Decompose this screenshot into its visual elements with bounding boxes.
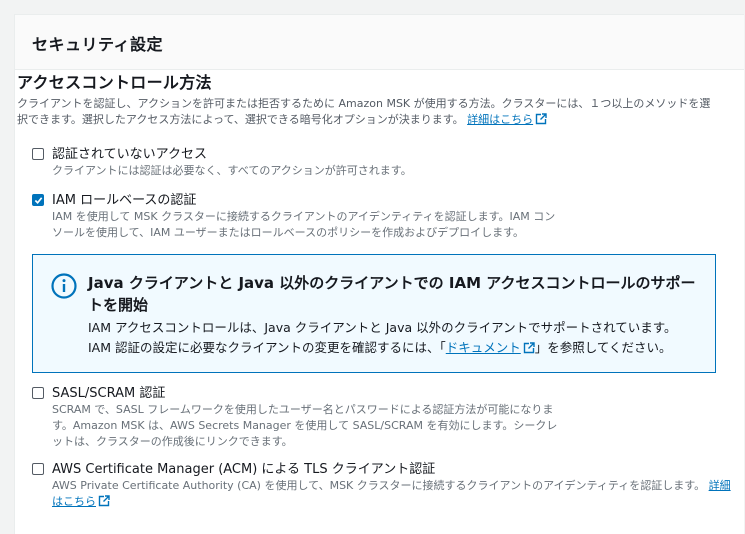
info-icon [51, 273, 77, 299]
info-alert: Java クライアントと Java 以外のクライアントでの IAM アクセスコン… [32, 254, 716, 373]
access-control-section: アクセスコントロール方法 クライアントを認証し、アクションを許可または拒否するた… [17, 72, 717, 128]
option-acm-tls[interactable]: AWS Certificate Manager (ACM) による TLS クラ… [32, 461, 732, 510]
unauthenticated-label: 認証されていないアクセス [52, 147, 207, 162]
section-description-text: クライアントを認証し、アクションを許可または拒否するために Amazon MSK… [17, 97, 711, 126]
info-title: Java クライアントと Java 以外のクライアントでの IAM アクセスコン… [88, 274, 696, 314]
iam-description: IAM を使用して MSK クラスターに接続するクライアントのアイデンティティを… [52, 210, 556, 239]
learn-more-link[interactable]: 詳細はこちら [467, 113, 547, 126]
option-unauthenticated[interactable]: 認証されていないアクセス クライアントには認証は必要なく、すべてのアクションが許… [32, 146, 732, 179]
info-line-1: IAM アクセスコントロールは、Java クライアントと Java 以外のクライ… [88, 320, 677, 335]
iam-label: IAM ロールベースの認証 [52, 193, 197, 208]
info-body: IAM アクセスコントロールは、Java クライアントと Java 以外のクライ… [88, 318, 708, 358]
sasl-scram-label: SASL/SCRAM 認証 [52, 386, 166, 401]
iam-checkbox[interactable] [32, 194, 44, 206]
info-line-2: IAM 認証の設定に必要なクライアントの変更を確認するには、「ドキュメント 」を参… [88, 338, 708, 358]
info-line-2-suffix: 」を参照してください。 [534, 340, 672, 355]
unauthenticated-description: クライアントには認証は必要なく、すべてのアクションが許可されます。 [52, 164, 412, 177]
option-sasl-scram[interactable]: SASL/SCRAM 認証 SCRAM で、SASL フレームワークを使用したユ… [32, 385, 564, 450]
documentation-link[interactable]: ドキュメント [446, 340, 535, 355]
acm-tls-checkbox[interactable] [32, 463, 44, 475]
section-title: アクセスコントロール方法 [17, 73, 212, 92]
acm-tls-label: AWS Certificate Manager (ACM) による TLS クラ… [52, 462, 436, 477]
option-iam[interactable]: IAM ロールベースの認証 IAM を使用して MSK クラスターに接続するクラ… [32, 192, 562, 241]
unauthenticated-checkbox[interactable] [32, 148, 44, 160]
check-icon [34, 197, 43, 204]
acm-tls-description-text: AWS Private Certificate Authority (CA) を… [52, 479, 706, 492]
section-description: クライアントを認証し、アクションを許可または拒否するために Amazon MSK… [17, 96, 717, 128]
panel-title: セキュリティ設定 [32, 35, 164, 54]
sasl-scram-checkbox[interactable] [32, 387, 44, 399]
info-line-2-prefix: IAM 認証の設定に必要なクライアントの変更を確認するには、「 [88, 340, 446, 355]
external-link-icon [98, 495, 110, 507]
external-link-icon [523, 342, 535, 354]
acm-tls-description: AWS Private Certificate Authority (CA) を… [52, 478, 732, 510]
panel-header: セキュリティ設定 [15, 15, 744, 70]
documentation-link-label: ドキュメント [445, 340, 521, 355]
sasl-scram-description: SCRAM で、SASL フレームワークを使用したユーザー名とパスワードによる認… [52, 403, 558, 448]
learn-more-label: 詳細はこちら [467, 113, 534, 126]
external-link-icon [535, 113, 547, 125]
